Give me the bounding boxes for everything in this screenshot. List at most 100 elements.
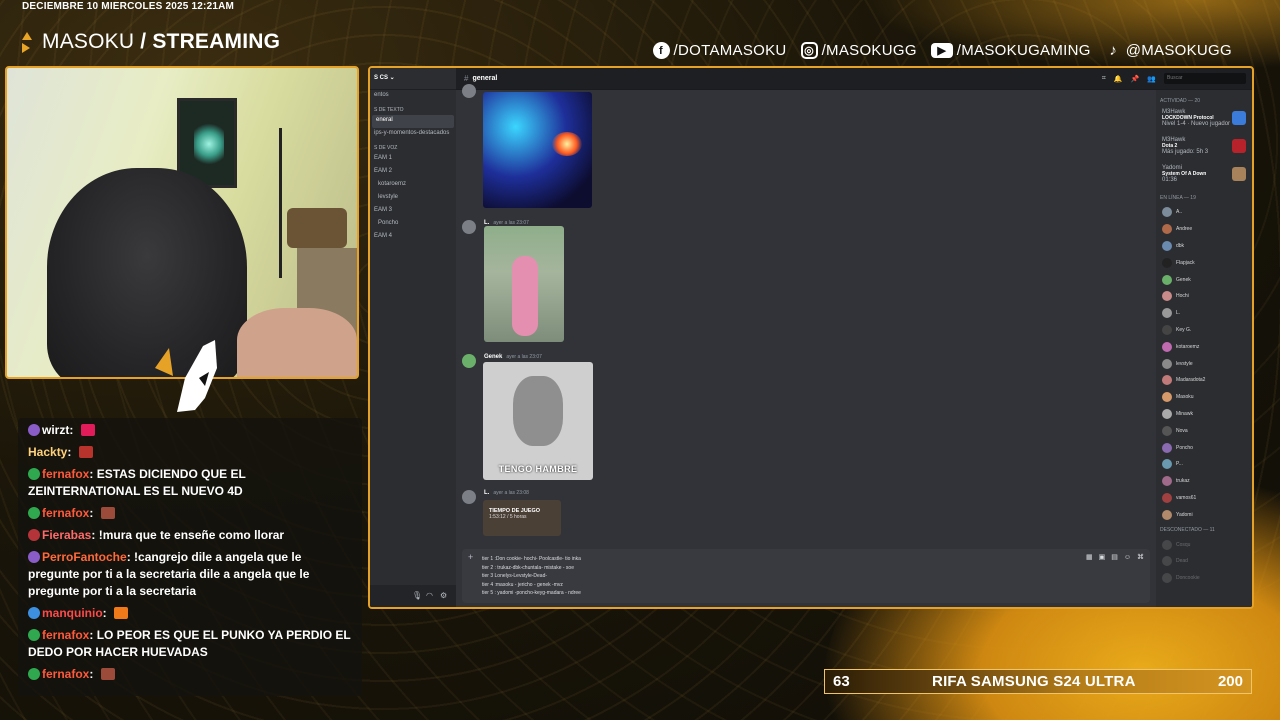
- member-avatar: [1162, 425, 1172, 436]
- member-item[interactable]: Hochi: [1160, 288, 1248, 305]
- voice-channel[interactable]: EAM 3: [370, 205, 456, 218]
- member-item[interactable]: kotaroemz: [1160, 338, 1248, 355]
- channel-clips[interactable]: ips-y-momentos-destacados: [370, 128, 456, 141]
- member-item[interactable]: trukaz: [1160, 473, 1248, 490]
- member-item[interactable]: Genek: [1160, 271, 1248, 288]
- activity-header: Actividad — 20: [1160, 98, 1201, 104]
- avatar: [462, 84, 476, 98]
- member-item[interactable]: A..: [1160, 204, 1248, 221]
- gif-icon[interactable]: ▣: [1099, 554, 1106, 563]
- chat-username[interactable]: manquinio: [42, 606, 103, 620]
- member-item[interactable]: Nova: [1160, 422, 1248, 439]
- member-avatar: [1162, 492, 1172, 503]
- voice-user[interactable]: levstyle: [370, 192, 456, 205]
- member-item[interactable]: levstyle: [1160, 355, 1248, 372]
- member-item[interactable]: Masoku: [1160, 389, 1248, 406]
- headset-icon[interactable]: ◠: [426, 591, 434, 600]
- user-panel: 🎙 ◠ ⚙: [370, 585, 456, 607]
- member-item[interactable]: Dead: [1160, 553, 1248, 570]
- message-meta: Genek ayer a las 23:07: [484, 354, 542, 360]
- server-name[interactable]: S CS ⌄: [370, 68, 456, 90]
- chat-username[interactable]: fernafox: [42, 467, 89, 481]
- activity-art: [1232, 111, 1246, 125]
- text-channels-category[interactable]: s de texto: [370, 103, 456, 115]
- social-tiktok[interactable]: ♪ @MASOKUGG: [1105, 42, 1232, 59]
- add-attachment-icon[interactable]: +: [468, 553, 473, 562]
- member-avatar: [1162, 459, 1172, 470]
- chat-message: Fierabas: !mura que te enseñe como llora…: [28, 527, 352, 544]
- social-instagram[interactable]: ◎/MASOKUGG: [800, 42, 917, 59]
- emoji-icon[interactable]: ☺: [1124, 554, 1131, 563]
- voice-user[interactable]: kotaroemz: [370, 179, 456, 192]
- member-item[interactable]: Doncookie: [1160, 570, 1248, 587]
- member-item[interactable]: P...: [1160, 456, 1248, 473]
- gift-icon[interactable]: ▦: [1086, 554, 1093, 563]
- member-item[interactable]: Minawk: [1160, 406, 1248, 423]
- game-time-card[interactable]: TIEMPO DE JUEGO 1:53:12 / 5 horas: [483, 500, 561, 536]
- member-avatar: [1162, 476, 1172, 487]
- activity-card[interactable]: Yadomi System Of A Down 01:36: [1160, 163, 1248, 191]
- member-name: Hochi: [1176, 293, 1189, 300]
- chat-username[interactable]: fernafox: [42, 667, 89, 681]
- chat-message: fernafox:: [28, 505, 352, 522]
- voice-channel[interactable]: EAM 4: [370, 231, 456, 244]
- gif-pink-panther[interactable]: [484, 226, 564, 342]
- social-handle: @MASOKUGG: [1125, 42, 1232, 59]
- voice-user[interactable]: Poncho: [370, 218, 456, 231]
- member-name: levstyle: [1176, 360, 1193, 367]
- member-item[interactable]: Madaradota2: [1160, 372, 1248, 389]
- activity-art: [1232, 139, 1246, 153]
- activity-card[interactable]: M3Hawk Dota 2 Más jugado: 5h 3: [1160, 135, 1248, 163]
- voice-channels-category[interactable]: s de voz: [370, 141, 456, 153]
- channel-header: # general ⌗ 🔔 📌 👥 Buscar: [456, 68, 1252, 90]
- discord-channel-sidebar: S CS ⌄ entos s de texto eneral ips-y-mom…: [370, 68, 456, 607]
- member-item[interactable]: Key G.: [1160, 322, 1248, 339]
- member-avatar: [1162, 442, 1172, 453]
- message-area: L. ayer a las 23:07 Genek ayer a las 23:07…: [456, 84, 1156, 607]
- stream-brand: MASOKU / STREAMING: [22, 30, 280, 54]
- chat-username[interactable]: PerroFantoche: [42, 550, 127, 564]
- threads-icon[interactable]: ⌗: [1102, 75, 1106, 83]
- search-input[interactable]: Buscar: [1164, 73, 1246, 84]
- pin-icon[interactable]: 📌: [1131, 75, 1140, 83]
- chat-username[interactable]: fernafox: [42, 506, 89, 520]
- member-avatar: [1162, 556, 1172, 567]
- member-item[interactable]: Flapjack: [1160, 254, 1248, 271]
- mic-icon[interactable]: 🎙: [412, 591, 422, 600]
- member-name: Andree: [1176, 226, 1193, 233]
- gif-tengo-hambre[interactable]: TENGO HAMBRE: [483, 362, 593, 480]
- member-item[interactable]: dbk: [1160, 238, 1248, 255]
- members-icon[interactable]: 👥: [1147, 75, 1156, 83]
- member-item[interactable]: L.: [1160, 305, 1248, 322]
- settings-gear-icon[interactable]: ⚙: [440, 591, 448, 600]
- chat-username[interactable]: fernafox: [42, 628, 89, 642]
- social-youtube[interactable]: ▶/MASOKUGAMING: [930, 42, 1091, 59]
- composer-text[interactable]: tier 1 :Don cookie- hochi- Poolcastle- t…: [482, 555, 1130, 598]
- member-item[interactable]: Andree: [1160, 221, 1248, 238]
- events-item[interactable]: entos: [370, 90, 456, 103]
- apps-icon[interactable]: ⌘: [1137, 554, 1144, 563]
- chat-username[interactable]: Hackty: [28, 445, 67, 459]
- member-name: Dead: [1176, 558, 1188, 565]
- chat-message: fernafox: LO PEOR ES QUE EL PUNKO YA PER…: [28, 628, 351, 659]
- member-item[interactable]: Yadomi: [1160, 506, 1248, 523]
- bell-icon[interactable]: 🔔: [1114, 75, 1123, 83]
- member-avatar: [1162, 257, 1172, 268]
- social-facebook[interactable]: f/DOTAMASOKU: [652, 42, 787, 59]
- chat-username[interactable]: wirzt: [42, 423, 69, 437]
- gif-dance[interactable]: [483, 92, 592, 208]
- channel-general[interactable]: eneral: [372, 115, 454, 128]
- member-item[interactable]: Poncho: [1160, 439, 1248, 456]
- brand-title: MASOKU / STREAMING: [42, 30, 281, 53]
- chat-username[interactable]: Fierabas: [42, 528, 91, 542]
- offline-members: Cosqu Dead Doncookie: [1160, 536, 1248, 586]
- user-badge-icon: [28, 607, 40, 619]
- sticker-icon[interactable]: ▤: [1111, 554, 1118, 563]
- voice-channel[interactable]: EAM 2: [370, 166, 456, 179]
- member-avatar: [1162, 240, 1172, 251]
- activity-card[interactable]: M3Hawk LOCKDOWN Protocol Nivel 1-4 · Nuevo…: [1160, 107, 1248, 135]
- member-item[interactable]: vamos61: [1160, 490, 1248, 507]
- message-composer[interactable]: + tier 1 :Don cookie- hochi- Poolcastle-…: [462, 549, 1150, 603]
- member-item[interactable]: Cosqu: [1160, 536, 1248, 553]
- voice-channel[interactable]: EAM 1: [370, 153, 456, 166]
